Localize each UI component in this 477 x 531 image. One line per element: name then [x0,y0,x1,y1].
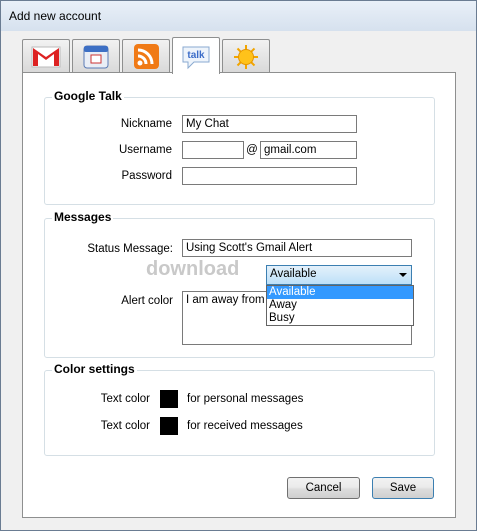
username-label: Username [118,144,172,156]
availability-select[interactable]: Available [266,265,412,285]
google-talk-group: Google Talk Nickname My Chat Username @ … [44,89,435,205]
talk-icon: talk [182,46,210,70]
messages-group: Messages Status Message: Using Scott's G… [44,210,435,358]
option-busy[interactable]: Busy [267,312,413,325]
password-label: Password [121,170,173,182]
tab-panel: Google Talk Nickname My Chat Username @ … [22,72,456,518]
received-messages-label: for received messages [187,420,303,432]
received-color-swatch[interactable] [160,417,178,435]
availability-dropdown: Available Away Busy [266,285,414,326]
text-color-label-personal: Text color [100,393,150,405]
at-sign: @ [246,144,258,156]
tab-calendar[interactable] [72,39,120,72]
add-account-window: Add new account talk Google Talk Nicknam… [0,0,477,531]
status-message-input[interactable]: Using Scott's Gmail Alert [182,239,412,257]
rss-icon [134,44,159,69]
tab-weather[interactable] [222,39,270,72]
domain-input[interactable]: gmail.com [260,141,357,159]
color-settings-group: Color settings Text color for personal m… [44,362,435,456]
tab-talk[interactable]: talk [172,37,220,74]
nickname-input[interactable]: My Chat [182,115,357,133]
chevron-down-icon [399,273,407,277]
alert-color-label: Alert color [121,295,173,307]
text-color-label-received: Text color [100,420,150,432]
username-input[interactable] [182,141,244,159]
calendar-icon [83,45,109,69]
window-title: Add new account [9,9,102,23]
password-input[interactable] [182,167,357,185]
availability-selected: Available [270,268,317,280]
title-bar: Add new account [1,1,476,31]
tab-gmail[interactable] [22,39,70,72]
color-settings-heading: Color settings [52,362,137,376]
status-message-label: Status Message: [87,243,173,255]
weather-icon [234,45,258,69]
download-watermark: download [146,258,240,280]
save-button[interactable]: Save [372,477,434,499]
svg-text:talk: talk [187,50,205,61]
messages-heading: Messages [52,210,114,224]
option-available[interactable]: Available [267,286,413,299]
google-talk-heading: Google Talk [52,89,124,103]
gmail-icon [31,46,61,68]
option-away[interactable]: Away [267,299,413,312]
personal-color-swatch[interactable] [160,390,178,408]
tab-rss[interactable] [122,39,170,72]
cancel-button[interactable]: Cancel [287,477,360,499]
nickname-label: Nickname [120,118,172,130]
personal-messages-label: for personal messages [187,393,304,405]
